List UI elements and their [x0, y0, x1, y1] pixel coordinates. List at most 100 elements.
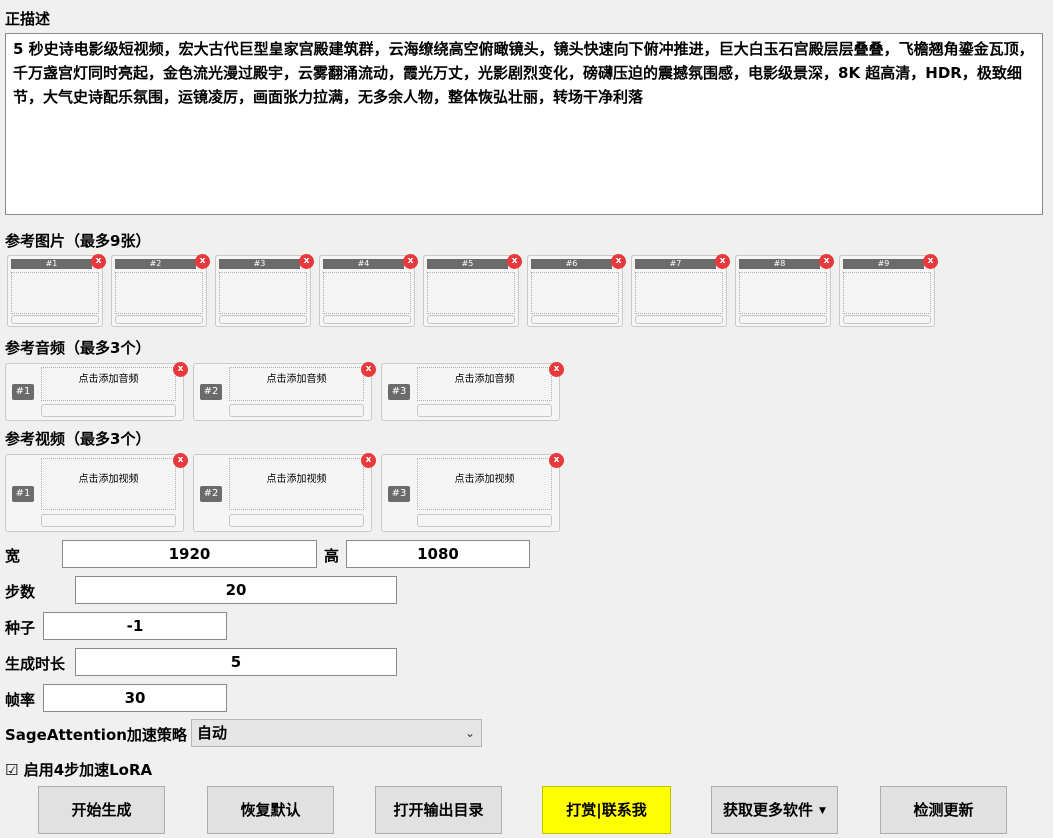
close-icon[interactable]: x: [195, 254, 210, 269]
checkbox-checked-icon: ☑: [5, 761, 19, 779]
video-slot-index: #1: [12, 486, 34, 502]
donate-button[interactable]: 打赏|联系我: [542, 786, 671, 834]
image-filename-bar: [843, 315, 931, 324]
video-slot-index: #2: [200, 486, 222, 502]
steps-input[interactable]: [75, 576, 397, 604]
lora-checkbox[interactable]: ☑ 启用4步加速LoRA: [5, 759, 152, 780]
audio-slot-index: #1: [12, 384, 34, 400]
image-drop-area[interactable]: [635, 272, 723, 314]
image-drop-area[interactable]: [323, 272, 411, 314]
close-icon[interactable]: x: [923, 254, 938, 269]
add-audio-area[interactable]: 点击添加音频: [41, 367, 176, 401]
close-icon[interactable]: x: [361, 362, 376, 377]
image-slot[interactable]: #2 x: [111, 254, 210, 327]
prompt-textarea[interactable]: 5 秒史诗电影级短视频，宏大古代巨型皇家宫殿建筑群，云海缭绕高空俯瞰镜头，镜头快…: [5, 33, 1043, 215]
image-slot-index: #4: [323, 259, 404, 269]
duration-label: 生成时长: [5, 655, 66, 673]
fps-label: 帧率: [5, 691, 36, 709]
open-output-button[interactable]: 打开输出目录: [375, 786, 502, 834]
image-slot-index: #2: [115, 259, 196, 269]
image-filename-bar: [219, 315, 307, 324]
duration-input[interactable]: [75, 648, 397, 676]
close-icon[interactable]: x: [507, 254, 522, 269]
reset-button[interactable]: 恢复默认: [207, 786, 334, 834]
close-icon[interactable]: x: [819, 254, 834, 269]
close-icon[interactable]: x: [299, 254, 314, 269]
image-drop-area[interactable]: [11, 272, 99, 314]
image-drop-area[interactable]: [427, 272, 515, 314]
close-icon[interactable]: x: [549, 362, 564, 377]
image-slot[interactable]: #5 x: [423, 254, 522, 327]
height-input[interactable]: [346, 540, 530, 568]
sage-select[interactable]: 自动 ⌄: [191, 719, 482, 747]
video-filename-bar: [417, 514, 552, 527]
image-slot-index: #3: [219, 259, 300, 269]
add-audio-area[interactable]: 点击添加音频: [417, 367, 552, 401]
close-icon[interactable]: x: [715, 254, 730, 269]
fps-input[interactable]: [43, 684, 227, 712]
sage-label: SageAttention加速策略: [5, 726, 187, 744]
video-filename-bar: [229, 514, 364, 527]
image-slot[interactable]: #4 x: [319, 254, 418, 327]
image-slot[interactable]: #6 x: [527, 254, 626, 327]
width-label: 宽: [5, 547, 21, 565]
image-drop-area[interactable]: [219, 272, 307, 314]
image-slot[interactable]: #8 x: [735, 254, 834, 327]
more-software-button[interactable]: 获取更多软件 ▼: [711, 786, 838, 834]
video-slot-index: #3: [388, 486, 410, 502]
audio-slot[interactable]: #1 点击添加音频 x: [5, 362, 188, 421]
dropdown-caret-icon: ▼: [819, 806, 826, 816]
audio-filename-bar: [229, 404, 364, 417]
video-slot[interactable]: #1 点击添加视频 x: [5, 453, 188, 532]
video-slot[interactable]: #3 点击添加视频 x: [381, 453, 564, 532]
image-drop-area[interactable]: [115, 272, 203, 314]
width-input[interactable]: [62, 540, 317, 568]
close-icon[interactable]: x: [403, 254, 418, 269]
image-filename-bar: [427, 315, 515, 324]
add-video-area[interactable]: 点击添加视频: [41, 458, 176, 510]
image-slot[interactable]: #9 x: [839, 254, 938, 327]
start-button[interactable]: 开始生成: [38, 786, 165, 834]
image-slot[interactable]: #7 x: [631, 254, 730, 327]
lora-label: 启用4步加速LoRA: [23, 761, 153, 779]
audio-filename-bar: [417, 404, 552, 417]
image-slot-index: #9: [843, 259, 924, 269]
video-slot[interactable]: #2 点击添加视频 x: [193, 453, 376, 532]
seed-input[interactable]: [43, 612, 227, 640]
close-icon[interactable]: x: [611, 254, 626, 269]
close-icon[interactable]: x: [173, 362, 188, 377]
image-drop-area[interactable]: [739, 272, 827, 314]
image-slot-index: #8: [739, 259, 820, 269]
image-slot-index: #7: [635, 259, 716, 269]
image-drop-area[interactable]: [843, 272, 931, 314]
steps-label: 步数: [5, 583, 36, 601]
close-icon[interactable]: x: [361, 453, 376, 468]
video-filename-bar: [41, 514, 176, 527]
sage-selected-value: 自动: [197, 724, 228, 742]
image-slot[interactable]: #3 x: [215, 254, 314, 327]
audio-filename-bar: [41, 404, 176, 417]
image-filename-bar: [115, 315, 203, 324]
image-slot-index: #6: [531, 259, 612, 269]
close-icon[interactable]: x: [173, 453, 188, 468]
audio-slot[interactable]: #3 点击添加音频 x: [381, 362, 564, 421]
image-filename-bar: [11, 315, 99, 324]
audio-slot[interactable]: #2 点击添加音频 x: [193, 362, 376, 421]
add-video-area[interactable]: 点击添加视频: [229, 458, 364, 510]
image-slot-index: #5: [427, 259, 508, 269]
audio-slot-index: #2: [200, 384, 222, 400]
video-label: 参考视频（最多3个）: [5, 430, 151, 448]
audio-label: 参考音频（最多3个）: [5, 339, 151, 357]
seed-label: 种子: [5, 619, 36, 637]
add-video-area[interactable]: 点击添加视频: [417, 458, 552, 510]
check-update-button[interactable]: 检测更新: [880, 786, 1007, 834]
close-icon[interactable]: x: [549, 453, 564, 468]
image-slot-index: #1: [11, 259, 92, 269]
add-audio-area[interactable]: 点击添加音频: [229, 367, 364, 401]
image-drop-area[interactable]: [531, 272, 619, 314]
more-software-label: 获取更多软件: [723, 801, 814, 819]
image-slot[interactable]: #1 x: [7, 254, 106, 327]
image-filename-bar: [323, 315, 411, 324]
close-icon[interactable]: x: [91, 254, 106, 269]
audio-slot-index: #3: [388, 384, 410, 400]
